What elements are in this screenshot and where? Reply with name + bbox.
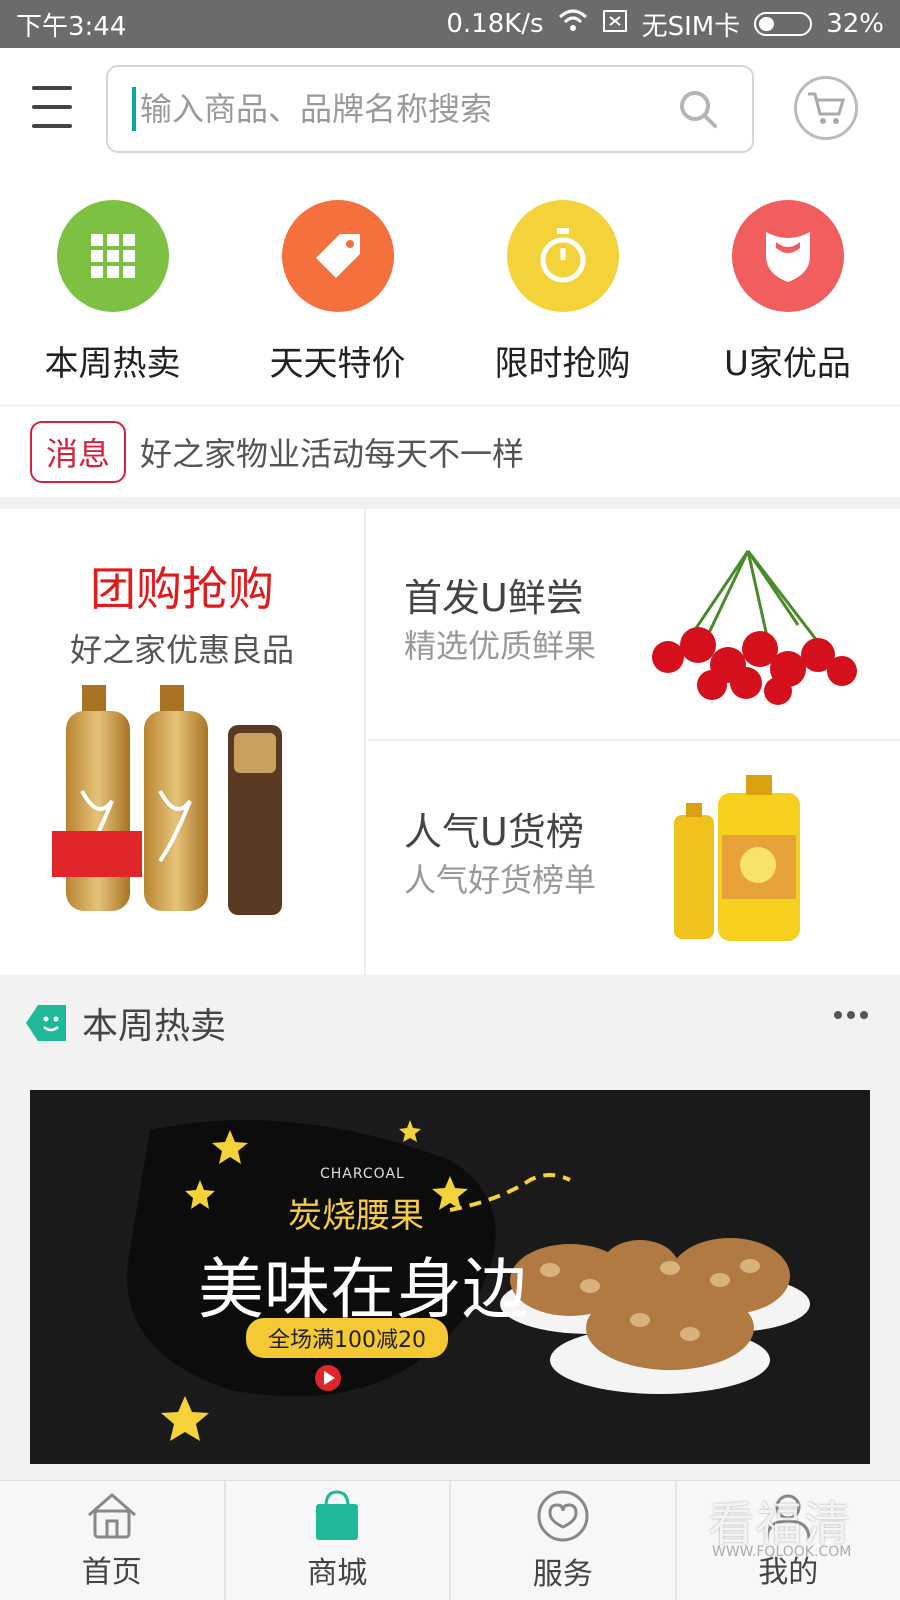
battery-icon (754, 12, 813, 36)
search-input[interactable] (140, 90, 660, 128)
promo-title: 团购抢购 (90, 562, 274, 616)
shopping-bag-icon (316, 1489, 359, 1540)
cart-icon[interactable] (794, 76, 858, 140)
text-cursor (132, 87, 136, 131)
promo-subtitle: 好之家优惠良品 (69, 631, 294, 669)
news-text: 好之家物业活动每天不一样 (140, 434, 525, 473)
service-icon (537, 1490, 589, 1541)
menu-icon[interactable] (32, 84, 72, 130)
wifi-icon (558, 9, 588, 40)
status-bar: 下午3:44 0.18K/s 无SIM卡 32% (0, 0, 900, 48)
weekly-hot-section: 本周热卖 CHARCOAL 炭烧腰果 美味在身边 全场满100减20 (0, 975, 900, 1480)
promo-grid: 团购抢购 好之家优惠良品 首发U鲜尝 精选优质鲜果 人气U货榜 人气好货榜单 (0, 509, 900, 975)
shield-icon (765, 232, 810, 282)
section-divider (0, 497, 900, 509)
search-icon[interactable] (678, 89, 718, 133)
nav-label: 首页 (81, 1554, 142, 1590)
promo-title: 首发U鲜尝 (404, 576, 584, 620)
promo-group-buy[interactable]: 团购抢购 好之家优惠良品 (0, 509, 366, 975)
home-icon (87, 1492, 136, 1538)
grid-icon (90, 234, 135, 278)
nav-home[interactable]: 首页 (0, 1481, 226, 1600)
banner-discount-pill: 全场满100减20 (246, 1318, 448, 1358)
banner-charcoal: CHARCOAL (320, 1166, 405, 1182)
cherries-image (652, 550, 857, 705)
nav-label: 服务 (532, 1556, 593, 1592)
status-time: 下午3:44 (16, 11, 127, 42)
nav-label: 商城 (307, 1555, 368, 1591)
cooking-oil-image (674, 775, 800, 941)
sim-icon (602, 9, 628, 40)
network-speed: 0.18K/s (446, 9, 544, 39)
category-weekly-hot[interactable]: 本周热卖 (0, 200, 225, 395)
shampoo-bottles-image (52, 685, 282, 915)
category-row: 本周热卖 天天特价 限时抢购 U家优品 (0, 200, 900, 395)
category-icon-circle (731, 200, 844, 312)
more-icon[interactable] (834, 1011, 868, 1019)
section-header: 本周热卖 (24, 997, 226, 1049)
tag-face-icon (26, 1005, 66, 1041)
category-label: U家优品 (724, 344, 851, 384)
price-tag-icon (315, 234, 360, 278)
app-header (0, 48, 900, 170)
battery-fill (759, 17, 775, 31)
category-label: 限时抢购 (494, 344, 631, 384)
promo-subtitle: 人气好货榜单 (404, 861, 597, 899)
stopwatch-icon (540, 228, 585, 283)
category-daily-special[interactable]: 天天特价 (225, 200, 450, 395)
promo-subtitle: 精选优质鲜果 (404, 627, 597, 665)
promo-fresh-fruit[interactable]: 首发U鲜尝 精选优质鲜果 (368, 509, 900, 741)
category-icon-circle (506, 200, 619, 312)
news-tag: 消息 (30, 420, 127, 483)
section-title: 本周热卖 (82, 1006, 227, 1047)
nav-mall[interactable]: 商城 (226, 1481, 451, 1600)
search-bar[interactable] (106, 65, 754, 153)
cashew-banner[interactable]: CHARCOAL 炭烧腰果 美味在身边 全场满100减20 (30, 1090, 870, 1464)
watermark-sub: WWW.FQLOOK.COM (712, 1544, 852, 1560)
banner-subtitle: 炭烧腰果 (288, 1196, 424, 1236)
category-icon-circle (281, 200, 394, 312)
category-label: 天天特价 (269, 344, 406, 384)
status-right: 0.18K/s 无SIM卡 32% (446, 6, 884, 43)
sim-status: 无SIM卡 (641, 11, 741, 42)
category-flash-sale[interactable]: 限时抢购 (450, 200, 675, 395)
news-ticker[interactable]: 消息 好之家物业活动每天不一样 (0, 405, 900, 497)
battery-percent: 32% (826, 9, 884, 39)
category-icon-circle (56, 200, 169, 312)
promo-popular-list[interactable]: 人气U货榜 人气好货榜单 (368, 743, 900, 975)
nav-service[interactable]: 服务 (451, 1481, 677, 1600)
category-u-premium[interactable]: U家优品 (675, 200, 900, 395)
promo-title: 人气U货榜 (404, 810, 584, 854)
category-label: 本周热卖 (44, 344, 181, 384)
